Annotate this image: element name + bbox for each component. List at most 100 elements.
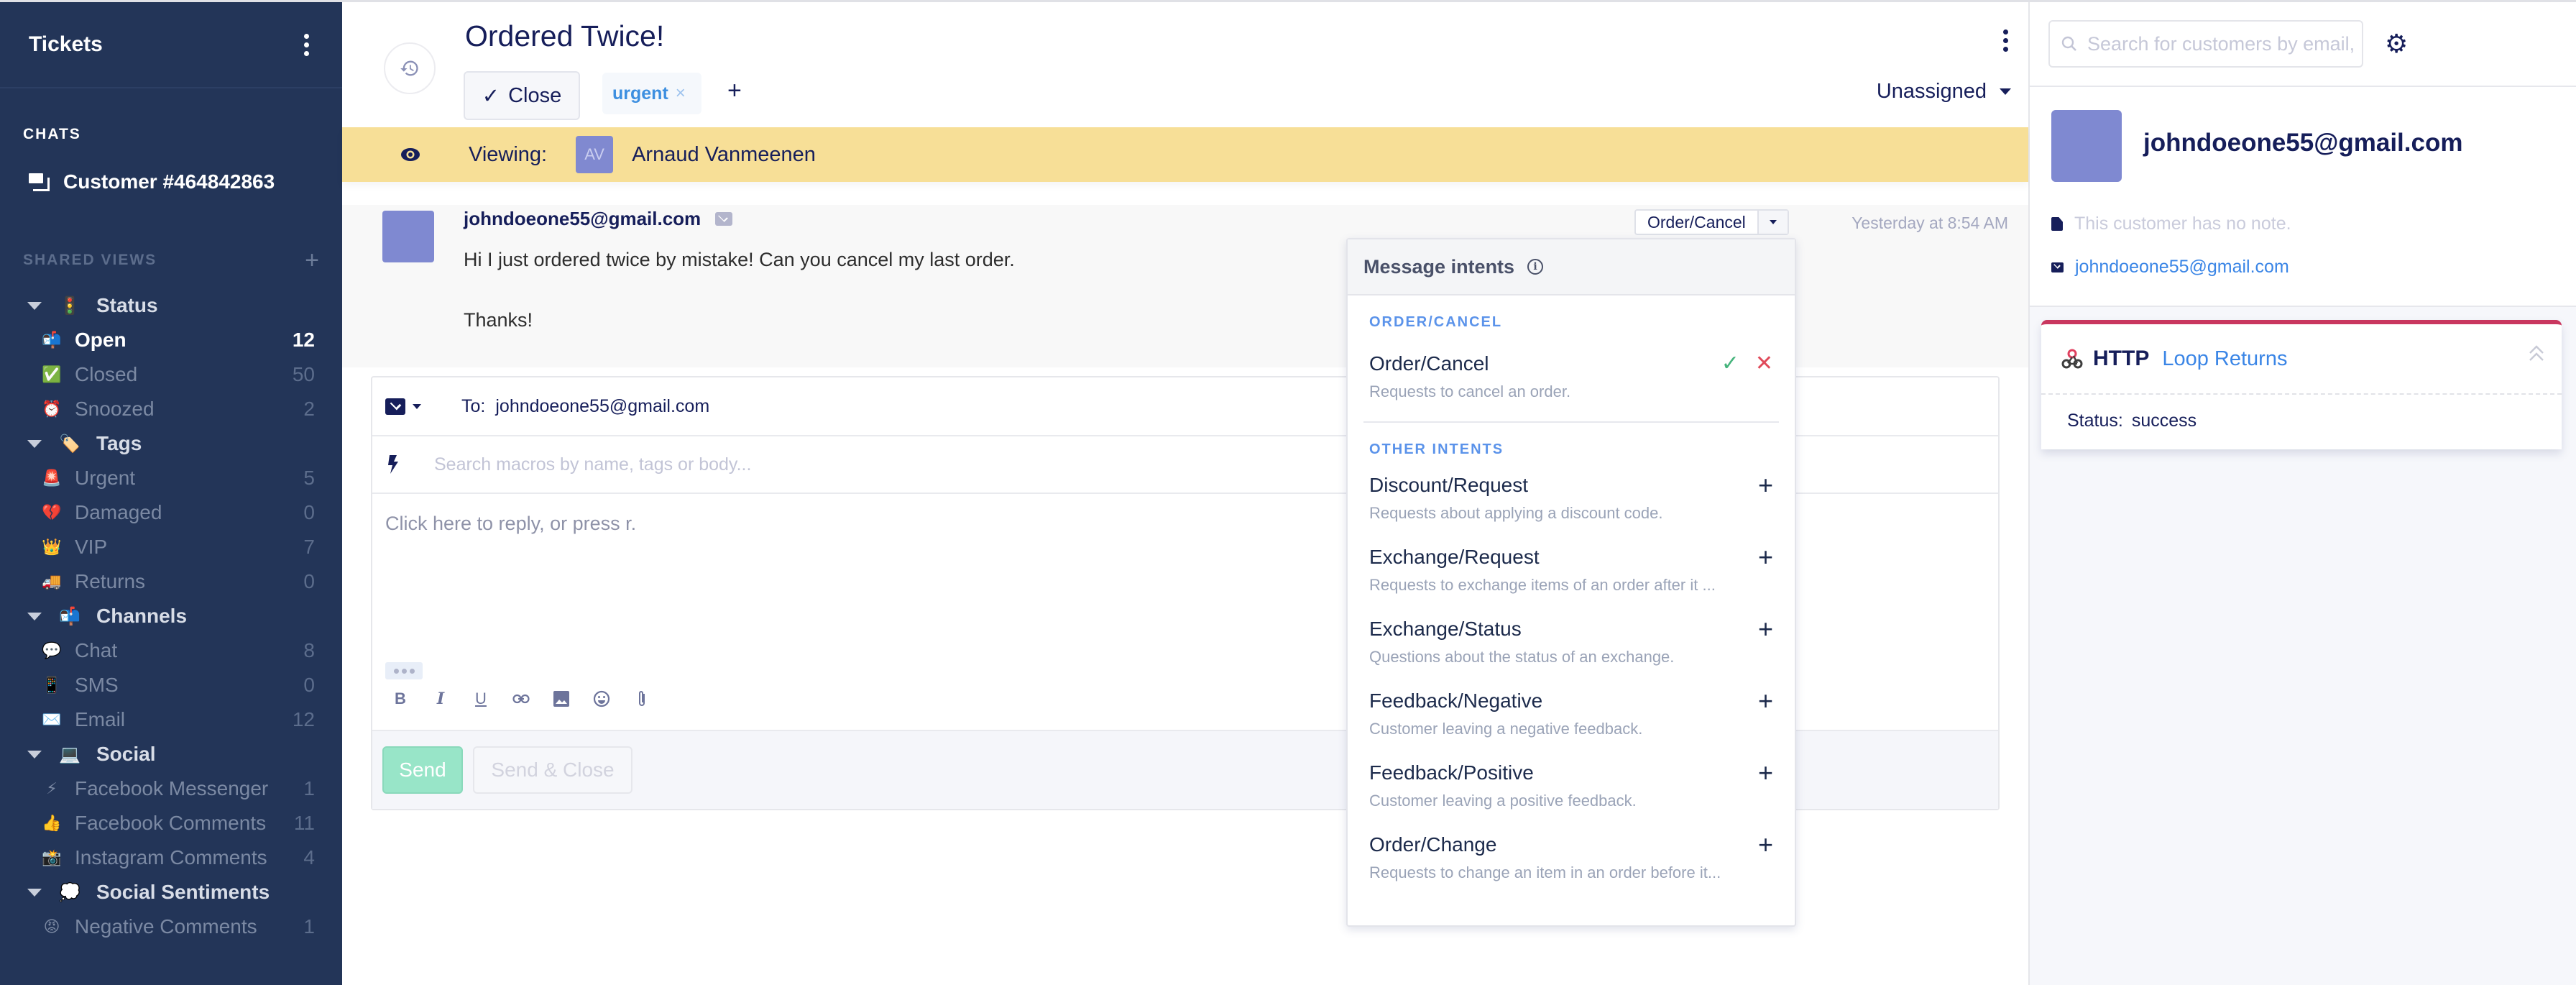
add-view-button[interactable]: +	[305, 248, 319, 272]
intent-item[interactable]: Exchange/Request Requests to exchange ite…	[1348, 544, 1795, 595]
intent-select[interactable]: Order/Cancel	[1634, 209, 1789, 235]
attachment-icon[interactable]	[632, 688, 651, 710]
view-item-facebook-messenger[interactable]: ⚡ Facebook Messenger 1	[0, 771, 342, 806]
channel-caret-icon[interactable]	[413, 403, 421, 409]
eye-icon	[400, 147, 421, 162]
view-label: Damaged	[75, 501, 162, 523]
message-line: Thanks!	[464, 309, 533, 331]
show-more-button[interactable]	[385, 662, 423, 679]
macro-search-input[interactable]	[434, 454, 1297, 475]
italic-icon[interactable]: I	[431, 688, 450, 710]
view-item-instagram-comments[interactable]: 📸 Instagram Comments 4	[0, 840, 342, 875]
view-item-sms[interactable]: 📱 SMS 0	[0, 668, 342, 702]
add-intent-icon[interactable]: +	[1758, 616, 1773, 642]
customer-email[interactable]: johndoeone55@gmail.com	[2051, 257, 2289, 278]
intent-item[interactable]: Exchange/Status Questions about the statu…	[1348, 616, 1795, 666]
view-label: Negative Comments	[75, 915, 257, 938]
status-value: success	[2131, 411, 2197, 431]
customer-note[interactable]: This customer has no note.	[2051, 214, 2291, 234]
add-intent-icon[interactable]: +	[1758, 688, 1773, 714]
add-intent-icon[interactable]: +	[1758, 544, 1773, 570]
sender-avatar	[382, 211, 434, 262]
customer-panel: ⚙ johndoeone55@gmail.com This customer h…	[2030, 2, 2576, 985]
intent-name: Order/Cancel	[1369, 352, 1489, 375]
intent-item-current[interactable]: Order/Cancel Requests to cancel an order…	[1348, 352, 1795, 401]
view-label: SMS	[75, 674, 119, 696]
integration-link[interactable]: Loop Returns	[2162, 347, 2287, 371]
view-label: Facebook Messenger	[75, 777, 269, 800]
confirm-intent-icon[interactable]: ✓	[1721, 352, 1739, 375]
view-group-social[interactable]: 💻 Social	[0, 737, 342, 771]
view-group-tags[interactable]: 🏷️ Tags	[0, 426, 342, 461]
view-count: 50	[292, 363, 315, 385]
email-icon	[2051, 262, 2064, 272]
tag-chip[interactable]: urgent ×	[602, 73, 702, 114]
ticket-main: Ordered Twice! ✓ Close urgent × + Unassi…	[342, 2, 2030, 985]
underline-icon[interactable]: U	[472, 688, 490, 710]
message-line: Hi I just ordered twice by mistake! Can …	[464, 249, 1015, 270]
views-list: 🚦 Status 📬 Open 12 ✅ Closed 50 ⏰ Snoozed 2 🏷️ Tags 🚨 U…	[0, 288, 342, 944]
view-item-urgent[interactable]: 🚨 Urgent 5	[0, 461, 342, 495]
customer-search-input[interactable]	[2087, 32, 2360, 55]
intent-name: Exchange/Request	[1369, 546, 1540, 568]
chevron-up-double-icon[interactable]	[2526, 343, 2547, 365]
reject-intent-icon[interactable]: ✕	[1755, 352, 1773, 375]
sidebar-menu-icon[interactable]	[300, 29, 313, 60]
view-count: 8	[303, 639, 315, 661]
customer-search[interactable]	[2048, 20, 2363, 68]
ticket-menu-icon[interactable]	[1999, 25, 2012, 56]
view-item-snoozed[interactable]: ⏰ Snoozed 2	[0, 392, 342, 426]
to-recipient[interactable]: johndoeone55@gmail.com	[495, 396, 709, 417]
view-group-social-sentiments[interactable]: 💭 Social Sentiments	[0, 875, 342, 910]
to-label: To:	[461, 395, 486, 416]
email-channel-icon[interactable]	[385, 398, 405, 415]
intent-dropdown-toggle[interactable]	[1758, 211, 1788, 234]
other-intents-list: Discount/Request Requests about applying …	[1348, 472, 1795, 882]
view-item-chat[interactable]: 💬 Chat 8	[0, 633, 342, 668]
add-intent-icon[interactable]: +	[1758, 760, 1773, 786]
view-item-returns[interactable]: 🚚 Returns 0	[0, 564, 342, 599]
intent-item[interactable]: Order/Change Requests to change an item i…	[1348, 832, 1795, 882]
emoji-icon[interactable]	[592, 688, 611, 710]
caret-down-icon	[27, 750, 42, 759]
intent-name: Feedback/Negative	[1369, 690, 1543, 712]
view-item-closed[interactable]: ✅ Closed 50	[0, 357, 342, 392]
history-button[interactable]	[384, 42, 436, 94]
intent-item[interactable]: Feedback/Positive Customer leaving a posi…	[1348, 760, 1795, 810]
info-icon[interactable]: i	[1527, 259, 1544, 275]
intent-desc: Requests to change an item in an order b…	[1369, 863, 1721, 881]
view-item-facebook-comments[interactable]: 👍 Facebook Comments 11	[0, 806, 342, 840]
bold-icon[interactable]: B	[391, 688, 410, 710]
intent-item[interactable]: Discount/Request Requests about applying …	[1348, 472, 1795, 523]
view-count: 0	[303, 570, 315, 592]
viewing-label: Viewing:	[469, 142, 548, 166]
send-button[interactable]: Send	[382, 746, 463, 794]
close-ticket-button[interactable]: ✓ Close	[464, 71, 580, 120]
link-icon[interactable]	[512, 688, 530, 710]
chat-item[interactable]: Customer #464842863	[0, 170, 342, 193]
view-count: 0	[303, 501, 315, 523]
customer-email-link[interactable]: johndoeone55@gmail.com	[2075, 257, 2289, 278]
view-item-negative-comments[interactable]: 😡 Negative Comments 1	[0, 910, 342, 944]
view-group-channels[interactable]: 📬 Channels	[0, 599, 342, 633]
add-intent-icon[interactable]: +	[1758, 472, 1773, 498]
lightning-icon	[388, 455, 398, 474]
add-intent-icon[interactable]: +	[1758, 832, 1773, 858]
intent-name: Discount/Request	[1369, 474, 1529, 496]
view-item-vip[interactable]: 👑 VIP 7	[0, 530, 342, 564]
group-emoji-icon: 🏷️	[59, 434, 80, 454]
view-item-open[interactable]: 📬 Open 12	[0, 323, 342, 357]
remove-tag-icon[interactable]: ×	[676, 83, 686, 104]
note-text: This customer has no note.	[2074, 214, 2291, 234]
add-tag-button[interactable]: +	[727, 77, 742, 105]
gear-icon[interactable]: ⚙	[2385, 29, 2408, 59]
image-icon[interactable]	[552, 688, 571, 710]
intent-item[interactable]: Feedback/Negative Customer leaving a nega…	[1348, 688, 1795, 738]
view-item-damaged[interactable]: 💔 Damaged 0	[0, 495, 342, 530]
view-label: Open	[75, 329, 126, 351]
assignee-dropdown[interactable]: Unassigned	[1877, 80, 2011, 104]
intent-actions: +	[1758, 616, 1773, 642]
view-group-status[interactable]: 🚦 Status	[0, 288, 342, 323]
view-item-email[interactable]: ✉️ Email 12	[0, 702, 342, 737]
send-and-close-button[interactable]: Send & Close	[473, 746, 632, 794]
